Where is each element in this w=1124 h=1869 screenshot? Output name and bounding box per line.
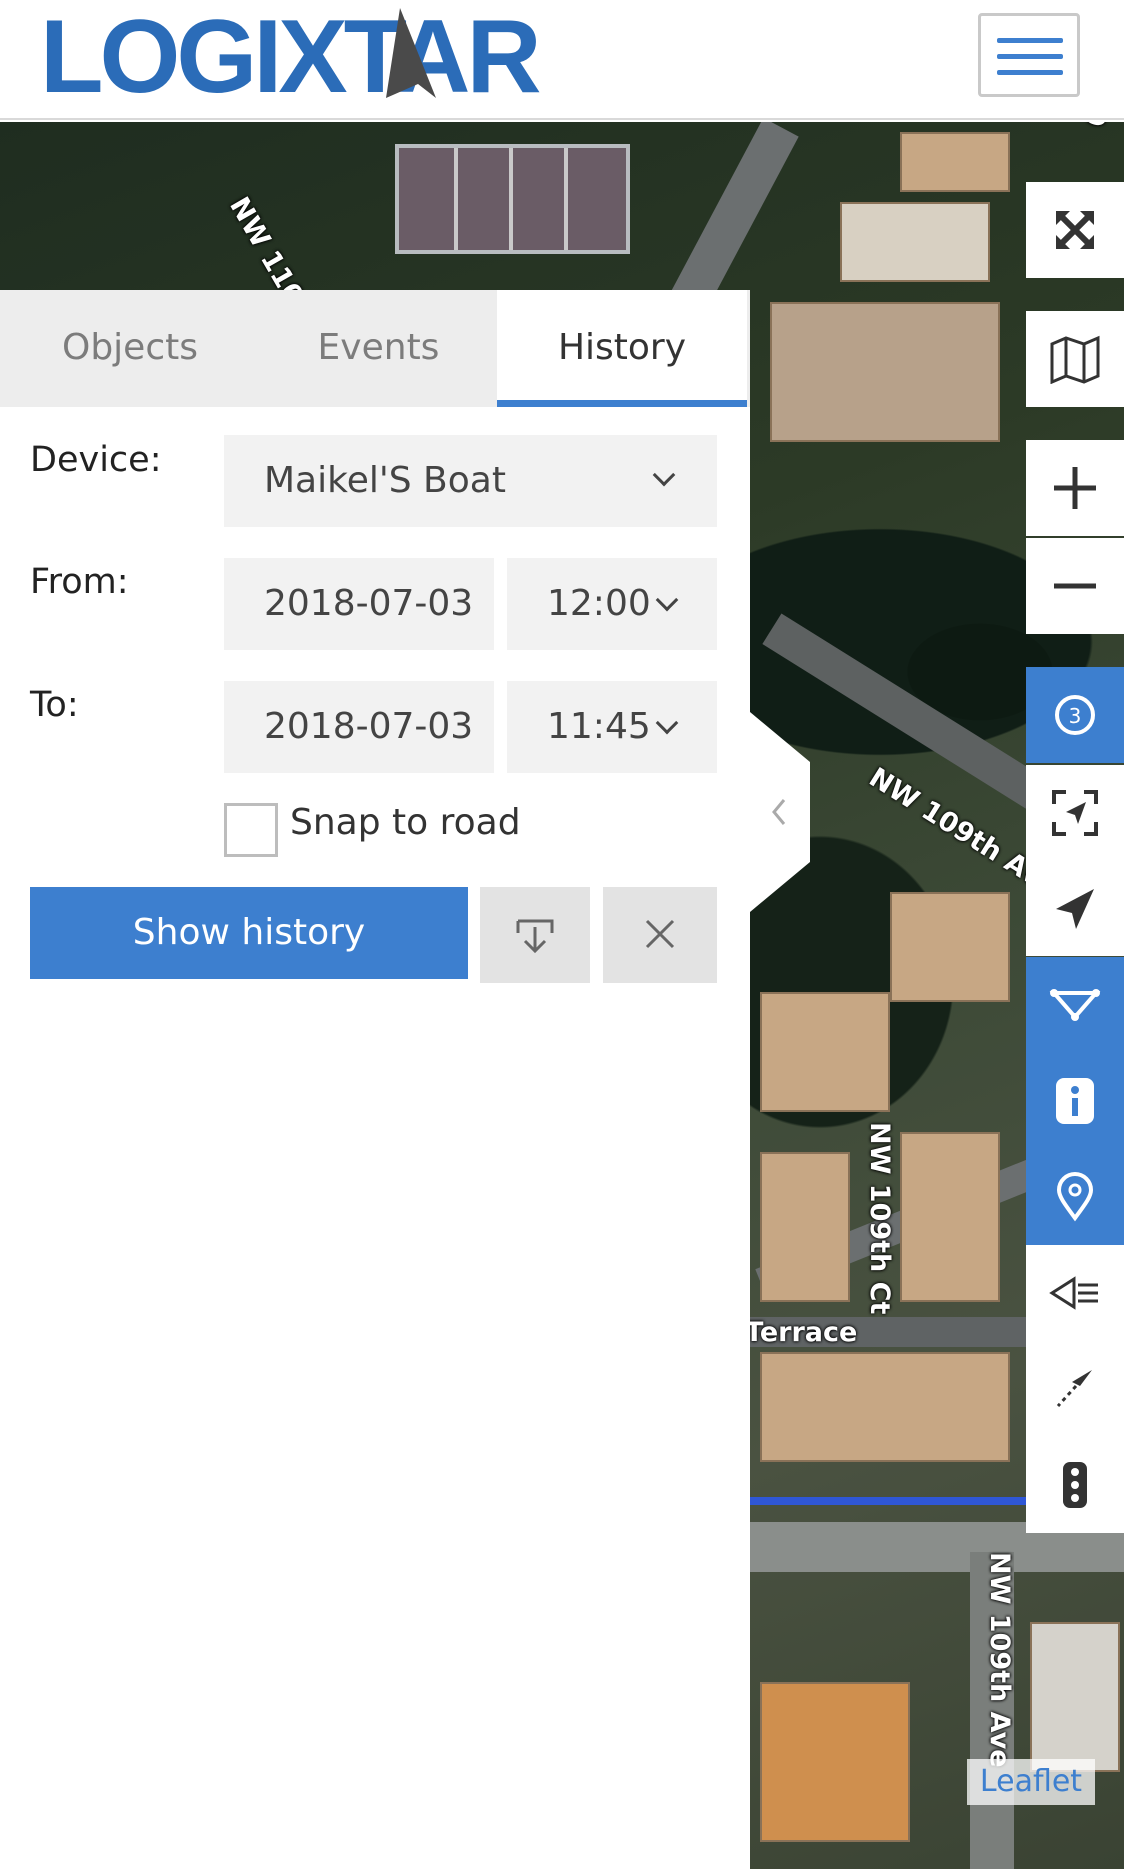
to-date-input[interactable]: 2018-07-03 <box>224 681 494 773</box>
history-list-icon[interactable] <box>1026 1245 1124 1341</box>
routes-icon[interactable] <box>1026 957 1124 1053</box>
export-button[interactable] <box>480 887 590 983</box>
to-time-value: 11:45 <box>547 706 651 747</box>
chevron-down-icon <box>652 463 676 487</box>
device-label: Device: <box>30 440 162 480</box>
history-panel: Objects Events History Device: Maikel'S … <box>0 290 750 1869</box>
clear-button[interactable] <box>603 887 717 983</box>
houses <box>760 1682 910 1842</box>
houses <box>840 202 990 282</box>
device-value: Maikel'S Boat <box>264 460 506 501</box>
logo-mark: LOGIXTAR <box>40 0 543 115</box>
objects-count-icon[interactable]: 3 <box>1026 667 1124 763</box>
history-route-line <box>750 1497 1030 1505</box>
houses <box>760 992 890 1112</box>
snap-to-road-label[interactable]: Snap to road <box>290 802 521 843</box>
hamburger-menu-icon[interactable] <box>978 13 1080 97</box>
close-icon <box>645 919 675 949</box>
objects-count: 3 <box>1069 704 1082 728</box>
tennis-court <box>395 144 630 254</box>
fit-objects-icon[interactable] <box>1026 765 1124 861</box>
to-time-select[interactable]: 11:45 <box>507 681 717 773</box>
traffic-light-icon[interactable] <box>1026 1437 1124 1533</box>
snap-to-road-checkbox[interactable] <box>224 803 278 857</box>
marker-icon[interactable] <box>1026 1149 1124 1245</box>
houses <box>1030 1622 1120 1772</box>
zoom-in-icon[interactable] <box>1026 440 1124 536</box>
from-time-select[interactable]: 12:00 <box>507 558 717 650</box>
map-layers-icon[interactable] <box>1026 311 1124 407</box>
device-select[interactable]: Maikel'S Boat <box>224 435 717 527</box>
houses <box>900 1132 1000 1302</box>
tab-events[interactable]: Events <box>260 290 497 407</box>
chevron-down-icon <box>655 588 679 612</box>
download-icon <box>516 919 554 954</box>
tab-objects[interactable]: Objects <box>0 290 260 407</box>
leaflet-attribution[interactable]: Leaflet <box>967 1759 1095 1805</box>
to-label: To: <box>30 685 79 725</box>
houses <box>760 1352 1010 1462</box>
houses <box>770 302 1000 442</box>
street-label: 09th <box>1080 122 1124 130</box>
street-label: NW 109th Ave <box>984 1552 1015 1768</box>
street-label: Terrace <box>745 1317 858 1348</box>
ruler-icon[interactable] <box>1026 1341 1124 1437</box>
logo-text: LOGIXTAR <box>40 4 539 104</box>
zoom-out-icon[interactable] <box>1026 538 1124 634</box>
from-label: From: <box>30 562 129 602</box>
houses <box>760 1152 850 1302</box>
show-history-button[interactable]: Show history <box>30 887 468 979</box>
info-icon[interactable] <box>1026 1053 1124 1149</box>
navigation-arrow-icon[interactable] <box>1026 860 1124 956</box>
from-time-value: 12:00 <box>547 583 651 624</box>
collapse-panel-button[interactable] <box>750 712 810 912</box>
fullscreen-icon[interactable] <box>1026 182 1124 278</box>
street-label: NW 109th Ct <box>864 1122 895 1315</box>
header-bar: LOGIXTAR <box>0 0 1124 120</box>
chevron-down-icon <box>655 711 679 735</box>
from-date-input[interactable]: 2018-07-03 <box>224 558 494 650</box>
houses <box>890 892 1010 1002</box>
tab-history[interactable]: History <box>497 290 747 407</box>
logixtar-logo[interactable]: LOGIXTAR <box>40 0 560 115</box>
panel-tabs: Objects Events History <box>0 290 750 407</box>
houses <box>900 132 1010 192</box>
